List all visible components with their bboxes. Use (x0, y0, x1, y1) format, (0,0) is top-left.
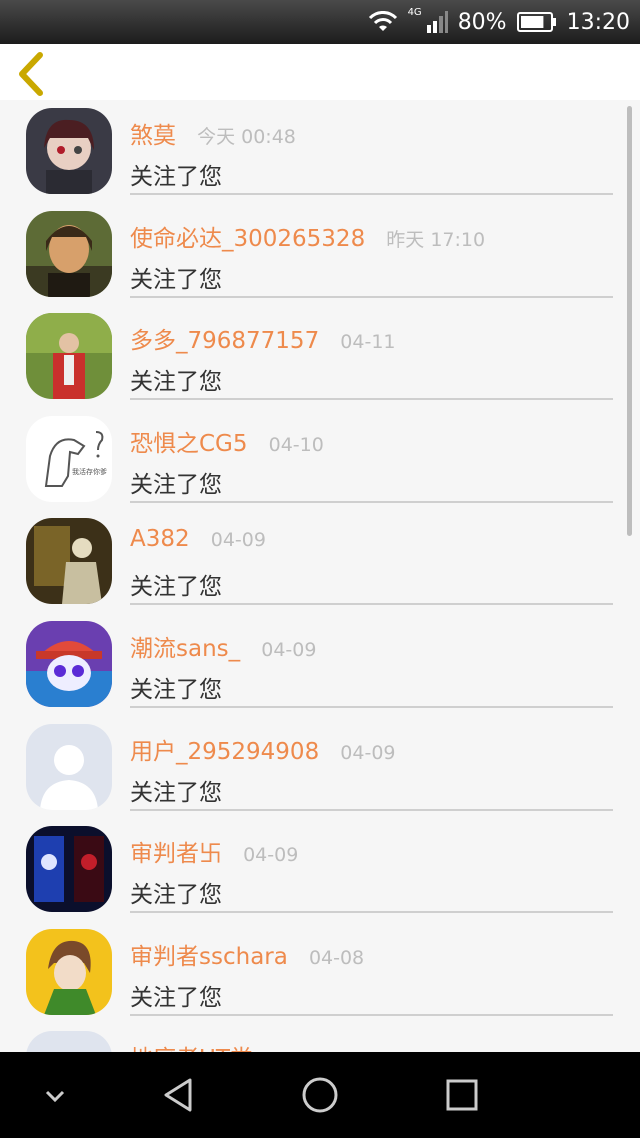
navigation-bar (0, 1052, 640, 1138)
nav-home-button[interactable] (295, 1070, 345, 1120)
name-line: 使命必达_300265328 昨天 17:10 (130, 219, 485, 253)
list-item[interactable]: 我活存你爹 恐惧之CG5 04-10 关注了您 (0, 408, 640, 510)
nav-recents-button[interactable] (437, 1070, 487, 1120)
avatar[interactable] (26, 928, 112, 1015)
divider (130, 193, 613, 195)
name-line: 审判者sschara 04-08 (130, 937, 364, 971)
top-app-bar (0, 44, 640, 100)
divider (130, 398, 613, 401)
timestamp: 04-11 (340, 331, 396, 354)
network-type: 4G (407, 6, 422, 18)
name-line: 多多_796877157 04-11 (130, 321, 396, 355)
username[interactable]: 恐惧之CG5 (130, 431, 248, 457)
home-circle-icon (302, 1077, 338, 1113)
divider (130, 500, 613, 503)
back-button[interactable] (14, 52, 54, 96)
avatar[interactable] (26, 826, 112, 913)
list-item[interactable]: 地底者UT党 04-06 关注了您 (0, 1023, 640, 1052)
notification-text: 关注了您 (130, 882, 222, 909)
list-item[interactable]: 用户_295294908 04-09 关注了您 (0, 716, 640, 818)
name-line: 用户_295294908 04-09 (130, 732, 396, 766)
name-line: 煞莫 今天 00:48 (130, 116, 296, 150)
notification-text: 关注了您 (130, 266, 222, 293)
name-line: 审判者卐 04-09 (130, 834, 298, 868)
notification-text: 关注了您 (130, 984, 222, 1011)
status-time: 13:20 (566, 9, 630, 35)
avatar[interactable] (26, 1031, 112, 1052)
notification-text: 关注了您 (130, 164, 222, 190)
list-item[interactable]: A382 04-09 关注了您 (0, 510, 640, 612)
back-triangle-icon (164, 1078, 192, 1112)
timestamp: 今天 00:48 (197, 126, 296, 148)
notification-text: 关注了您 (130, 574, 222, 601)
username[interactable]: 潮流sans_ (130, 636, 240, 662)
nav-back-button[interactable] (154, 1070, 204, 1120)
svg-text:我活存你爹: 我活存你爹 (72, 467, 107, 476)
list-item[interactable]: 多多_796877157 04-11 关注了您 (0, 305, 640, 407)
divider (130, 706, 613, 708)
list-item[interactable]: 审判者卐 04-09 关注了您 (0, 818, 640, 920)
status-bar: 4G 80% 13:20 (0, 0, 640, 44)
avatar[interactable] (26, 621, 112, 707)
username[interactable]: A382 (130, 526, 190, 552)
avatar[interactable] (26, 108, 112, 194)
divider (130, 808, 613, 811)
list-item[interactable]: 审判者sschara 04-08 关注了您 (0, 921, 640, 1023)
notification-text: 关注了您 (130, 677, 222, 703)
name-line: 潮流sans_ 04-09 (130, 629, 316, 663)
username[interactable]: 审判者sschara (130, 944, 288, 970)
avatar[interactable] (26, 723, 112, 810)
list-item[interactable]: 潮流sans_ 04-09 关注了您 (0, 613, 640, 715)
avatar[interactable]: 我活存你爹 (26, 415, 112, 502)
username[interactable]: 煞莫 (130, 123, 176, 149)
username[interactable]: 用户_295294908 (130, 739, 319, 765)
avatar[interactable] (26, 313, 112, 400)
chevron-down-icon (45, 1090, 65, 1103)
hide-navbar-button[interactable] (30, 1070, 80, 1120)
battery-icon (516, 11, 557, 33)
wifi-icon (368, 11, 398, 33)
timestamp: 昨天 17:10 (386, 228, 486, 251)
avatar[interactable] (26, 210, 112, 297)
list-item[interactable]: 煞莫 今天 00:48 关注了您 (0, 100, 640, 202)
follower-list[interactable]: 煞莫 今天 00:48 关注了您 使命必达_300265328 昨天 17:10… (0, 100, 640, 1052)
timestamp: 04-09 (210, 529, 266, 552)
divider (130, 603, 613, 606)
battery-percent: 80% (457, 9, 507, 35)
list-item[interactable]: 使命必达_300265328 昨天 17:10 关注了您 (0, 203, 640, 305)
timestamp: 04-09 (340, 741, 396, 764)
notification-text: 关注了您 (130, 369, 222, 396)
recents-square-icon (446, 1079, 478, 1111)
timestamp: 04-10 (268, 433, 324, 456)
divider (130, 911, 613, 914)
chevron-left-icon (19, 52, 43, 96)
username[interactable]: 多多_796877157 (130, 328, 319, 354)
timestamp: 04-08 (308, 946, 365, 969)
avatar[interactable] (26, 518, 112, 605)
timestamp: 04-09 (243, 844, 299, 867)
notification-text: 关注了您 (130, 779, 222, 806)
username[interactable]: 使命必达_300265328 (130, 226, 365, 252)
name-line: A382 04-09 (130, 526, 266, 552)
divider (130, 295, 613, 298)
timestamp: 04-09 (261, 639, 317, 661)
notification-text: 关注了您 (130, 471, 222, 498)
username[interactable]: 审判者卐 (130, 841, 222, 867)
signal-icon (426, 11, 448, 33)
status-icons: 4G 80% 13:20 (368, 0, 630, 44)
scrollbar[interactable] (627, 106, 632, 536)
divider (130, 1013, 613, 1016)
name-line: 恐惧之CG5 04-10 (130, 424, 324, 458)
name-line: 地底者UT党 04-06 (130, 1039, 329, 1052)
